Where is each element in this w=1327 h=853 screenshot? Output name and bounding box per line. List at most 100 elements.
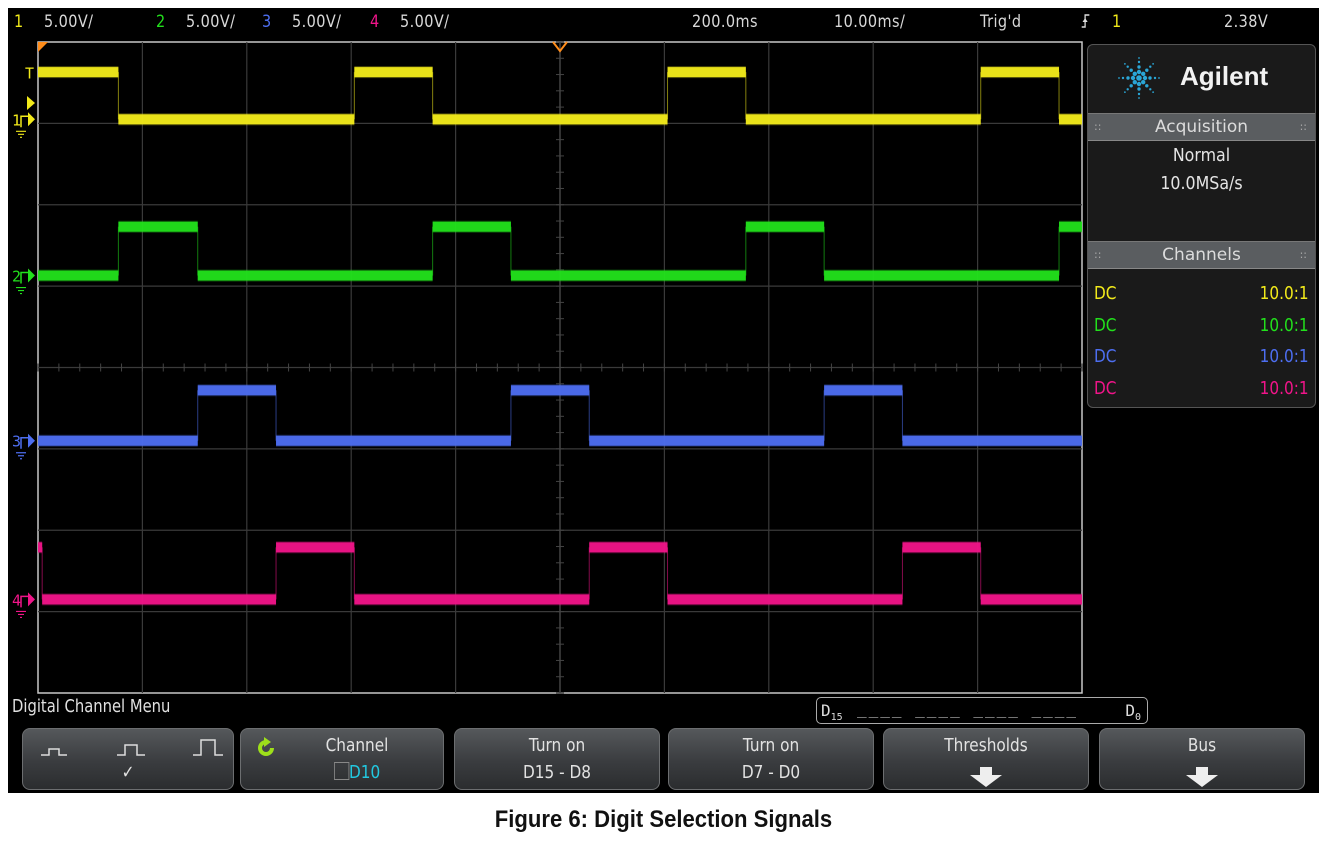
acquisition-title: Acquisition (1154, 117, 1249, 137)
bit-dashes: ____ ____ ____ ____ (857, 699, 1079, 718)
coupling: DC (1094, 315, 1117, 336)
ch4-noise (42, 593, 277, 606)
trigger-level-label: T (25, 65, 34, 83)
acquisition-mode: Normal (1172, 145, 1231, 166)
softkey-channel[interactable]: Channel D10 (240, 728, 444, 790)
menu-title: Digital Channel Menu (12, 696, 171, 717)
channel-label: Channel (325, 735, 389, 756)
channels-header[interactable]: :: Channels :: (1088, 241, 1315, 269)
ch1-noise (667, 66, 746, 79)
figure-caption: Figure 6: Digit Selection Signals (494, 806, 833, 833)
ch3-noise (902, 434, 1082, 447)
info-panel: Agilent :: Acquisition :: Normal 10.0MSa… (1087, 44, 1316, 408)
softkey-bus[interactable]: Bus (1099, 728, 1305, 790)
ch4-noise (589, 541, 668, 554)
softkey-turn-on-d15-d8[interactable]: Turn on D15 - D8 (454, 728, 660, 790)
channel-checkbox[interactable] (333, 762, 350, 780)
ch1-noise (980, 66, 1060, 79)
sample-rate: 10.0MSa/s (1160, 173, 1243, 194)
softkey-thresholds[interactable]: Thresholds (883, 728, 1089, 790)
small-pulse-icon (41, 748, 67, 756)
ch1-noise (118, 113, 355, 126)
lsb-label: D0 (1125, 701, 1141, 724)
channel-offset-arrow-icon (28, 112, 35, 127)
rotate-knob-icon (258, 737, 274, 756)
ground-symbol-icon (20, 115, 28, 128)
ch2-noise (38, 269, 119, 282)
ground-icon (16, 286, 26, 295)
msb-label: D15 (821, 701, 843, 724)
channel-value: D10 (284, 762, 430, 783)
digital-channel-indicator: D15 ____ ____ ____ ____ D0 (816, 697, 1148, 724)
channel-row-4: DC 10.0:1 (1094, 378, 1309, 402)
coupling: DC (1094, 346, 1117, 367)
ch4-noise (902, 541, 981, 554)
softkey-waveform-size[interactable]: ✓ (22, 728, 234, 790)
ch3-noise (824, 384, 903, 397)
ch4-noise (667, 593, 903, 606)
softkey-label: Turn on (528, 735, 586, 756)
channel-2-marker[interactable]: 2 (12, 268, 21, 286)
channel-4-marker[interactable]: 4 (12, 591, 21, 609)
ground-icon (16, 610, 26, 619)
acquisition-header[interactable]: :: Acquisition :: (1088, 113, 1315, 141)
ch4-noise (276, 541, 355, 554)
brand-logo: Agilent (1088, 51, 1317, 107)
ch3-noise (589, 434, 825, 447)
checkmark-icon: ✓ (121, 762, 135, 783)
channel-row-3: DC 10.0:1 (1094, 346, 1309, 370)
probe-ratio: 10.0:1 (1260, 315, 1309, 336)
ch3-noise (276, 434, 511, 447)
softkey-label: Bus (1187, 735, 1217, 756)
coupling: DC (1094, 283, 1117, 304)
ground-symbol-icon (20, 595, 28, 608)
ch2-noise (745, 220, 825, 233)
ground-icon (16, 452, 26, 460)
ch4-noise (38, 541, 43, 554)
softkey-value: D7 - D0 (741, 762, 801, 783)
ch4-noise (980, 593, 1082, 606)
softkey-turn-on-d7-d0[interactable]: Turn on D7 - D0 (668, 728, 874, 790)
channel-row-1: DC 10.0:1 (1094, 283, 1309, 307)
arrow-down-icon (970, 767, 1002, 787)
softkey-label: Turn on (742, 735, 800, 756)
softkey-label: Thresholds (944, 735, 1028, 756)
channel-offset-arrow-icon (28, 433, 35, 448)
ground-icon (16, 130, 26, 138)
agilent-spark-icon (1118, 57, 1160, 99)
brand-name: Agilent (1180, 61, 1269, 91)
ch2-noise (510, 269, 746, 282)
ch2-noise (197, 269, 433, 282)
ch2-noise (1059, 220, 1082, 233)
channels-title: Channels (1162, 245, 1241, 265)
large-pulse-icon (193, 739, 223, 756)
ch2-noise (118, 220, 198, 233)
oscilloscope-screen: 1 5.00V/ 2 5.00V/ 3 5.00V/ 4 5.00V/ 200.… (8, 8, 1319, 793)
probe-ratio: 10.0:1 (1260, 283, 1309, 304)
ch2-noise (432, 220, 511, 233)
ch3-noise (197, 384, 277, 397)
ch3-noise (38, 434, 198, 447)
trigger-level-arrow-icon (27, 96, 35, 111)
ch1-noise (38, 66, 119, 79)
channel-1-marker[interactable]: 1 (12, 111, 21, 129)
ch4-noise (354, 593, 590, 606)
channel-row-2: DC 10.0:1 (1094, 315, 1309, 339)
ch2-noise (824, 269, 1060, 282)
ch1-noise (354, 66, 433, 79)
coupling: DC (1094, 378, 1117, 399)
ground-symbol-icon (20, 436, 28, 449)
channel-3-marker[interactable]: 3 (12, 433, 21, 451)
probe-ratio: 10.0:1 (1260, 346, 1309, 367)
ch1-noise (1059, 113, 1082, 126)
channel-offset-arrow-icon (28, 268, 35, 283)
channel-offset-arrow-icon (28, 592, 35, 607)
ch1-noise (432, 113, 668, 126)
ch3-noise (510, 384, 590, 397)
medium-pulse-icon (117, 744, 145, 756)
softkey-value: D15 - D8 (522, 762, 591, 783)
probe-ratio: 10.0:1 (1260, 378, 1309, 399)
ch1-noise (745, 113, 981, 126)
ground-symbol-icon (20, 271, 28, 284)
arrow-down-icon (1186, 767, 1218, 787)
